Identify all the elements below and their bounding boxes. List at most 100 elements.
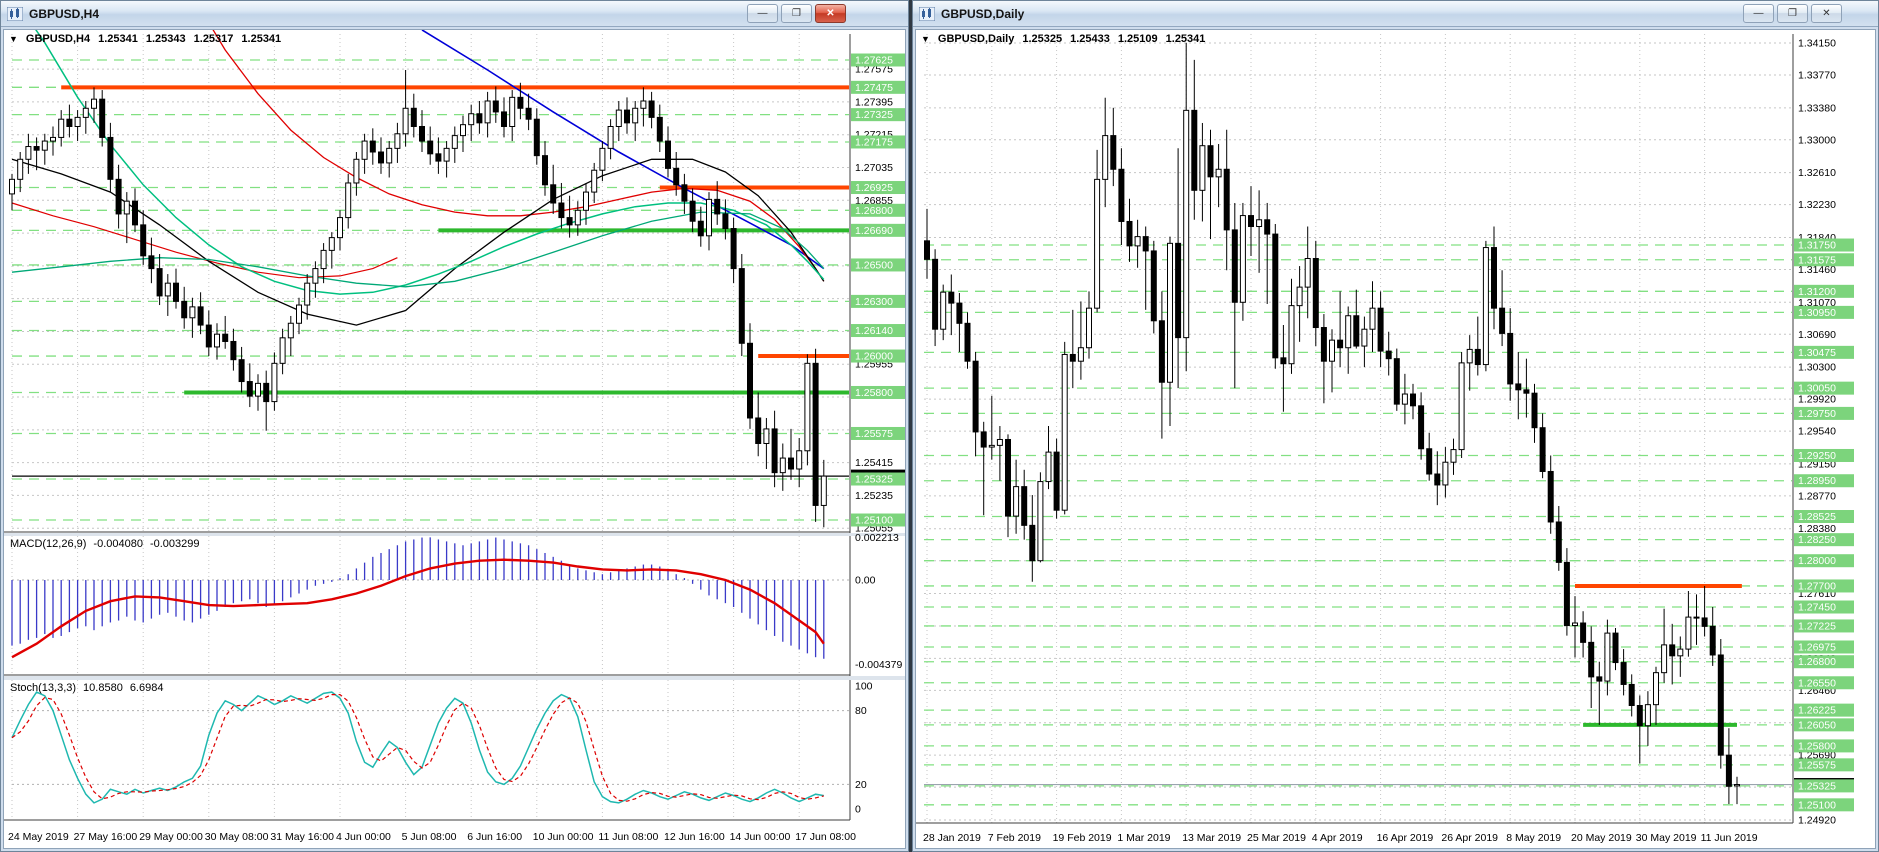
candle-bear [1499,307,1506,334]
candle-bull [1345,315,1352,349]
chart-area-h4[interactable]: ▼ GBPUSD,H4 1.25341 1.25343 1.25317 1.25… [3,29,906,849]
candle-bear [1693,616,1700,619]
candle-bull [1653,672,1659,706]
time-axis-label: 28 Jan 2019 [923,832,981,844]
candle-bull [1239,215,1246,303]
chart-icon [919,6,935,21]
candle-bear [1005,438,1011,517]
candle-bull [1183,109,1190,339]
candle-bull [996,438,1003,446]
pane-separator[interactable] [4,676,906,680]
candle-bull [328,237,335,251]
candle-bear [263,382,270,403]
candle-bear [558,202,565,219]
price-level-label: 1.26800 [855,205,893,217]
candle-bear [624,109,630,124]
minimize-button[interactable]: — [747,4,778,23]
stoch-axis-label: 20 [855,779,867,791]
price-level-label: 1.28525 [1798,511,1836,523]
candle-bear [1418,405,1425,450]
title-bar[interactable]: GBPUSD,Daily — ❐ ✕ [913,1,1878,27]
stoch-k-line [11,691,824,804]
candle-bear [1337,339,1344,349]
candle-bull [1369,307,1376,330]
price-level-label: 1.26800 [1798,656,1836,668]
price-level-label: 1.26690 [855,225,893,237]
candle-bear [107,136,114,180]
candle-bear [755,417,762,444]
candle-bull [1685,616,1692,650]
chart-area-daily[interactable]: ▼ GBPUSD,Daily 1.25325 1.25433 1.25109 1… [915,29,1876,849]
candle-bull [353,158,360,184]
candle-bear [1272,233,1279,359]
minimize-button[interactable]: — [1743,4,1774,23]
price-level-label: 1.31200 [1798,286,1836,298]
candle-bull [460,124,466,137]
candle-bear [238,359,245,383]
candle-bear [648,100,655,118]
candle-bear [1280,357,1287,365]
candle-bear [156,268,163,297]
candle-bear [972,360,979,433]
candle-bear [1636,704,1643,727]
price-level-label: 1.30050 [1798,383,1836,395]
candle-bull [1061,353,1068,511]
title-bar[interactable]: GBPUSD,H4 — ❐ ✕ [1,1,908,27]
daily-chart-canvas[interactable]: 28 Jan 2019 7 Feb 2019 19 Feb 2019 1 Mar 20… [916,30,1876,849]
pane-separator[interactable] [4,533,906,536]
time-axis-label: 20 May 2019 [1571,832,1632,844]
candle-bear [1628,683,1635,706]
price-level-label: 1.27325 [855,109,893,121]
close-button[interactable]: ✕ [815,4,846,23]
candle-bull [1450,449,1457,463]
candle-bear [956,302,963,324]
price-level-label: 1.31750 [1798,240,1836,252]
candle-bull [287,322,294,339]
candle-bull [988,444,995,448]
price-level-label: 1.26050 [1798,719,1836,731]
candle-bull [591,169,598,193]
price-level-label: 1.27175 [855,136,893,148]
candle-bear [1426,448,1433,475]
candle-bear [730,228,737,270]
candle-bull [1094,178,1101,309]
price-level-label: 1.30475 [1798,347,1836,359]
time-axis-label: 11 Jun 2019 [1701,832,1758,844]
candle-bull [337,217,343,239]
price-level-label: 1.25800 [855,387,893,399]
h4-chart-canvas[interactable]: 24 May 2019 27 May 16:00 29 May 00:00 30 Ma… [4,30,906,849]
candle-bear [1393,358,1400,405]
candle-bear [1555,521,1562,563]
candle-bull [1466,348,1473,364]
price-level-label: 1.25575 [1798,759,1836,771]
ma-red-long [212,30,825,282]
candle-bear [435,153,442,162]
price-tick-label: 1.24920 [1798,814,1836,826]
price-tick-label: 1.33000 [1798,134,1836,146]
price-level-label: 1.27625 [855,55,893,67]
candle-bull [74,116,81,127]
candle-bull [640,100,647,109]
candle-bear [1175,242,1182,339]
candle-bear [673,167,680,186]
candle-bull [706,198,712,237]
candle-bear [1264,219,1271,235]
candle-bear [689,200,696,222]
maximize-button[interactable]: ❐ [781,4,812,23]
price-tick-label: 1.25415 [855,457,893,469]
candle-bear [1353,315,1360,347]
candle-bear [1563,561,1570,627]
chart-icon [7,6,23,21]
candle-bear [1474,348,1481,366]
maximize-button[interactable]: ❐ [1777,4,1808,23]
candle-bear [1248,215,1254,228]
candle-bear [1701,617,1708,627]
candle-bear [1207,145,1214,178]
candle-bear [410,107,417,127]
price-level-label: 1.26975 [1798,641,1836,653]
macd-signal-line [11,558,825,659]
candle-bear [1491,247,1497,309]
price-level-label: 1.28250 [1798,534,1836,546]
open-value: 1.25325 [1022,33,1063,45]
close-button[interactable]: ✕ [1811,4,1842,23]
